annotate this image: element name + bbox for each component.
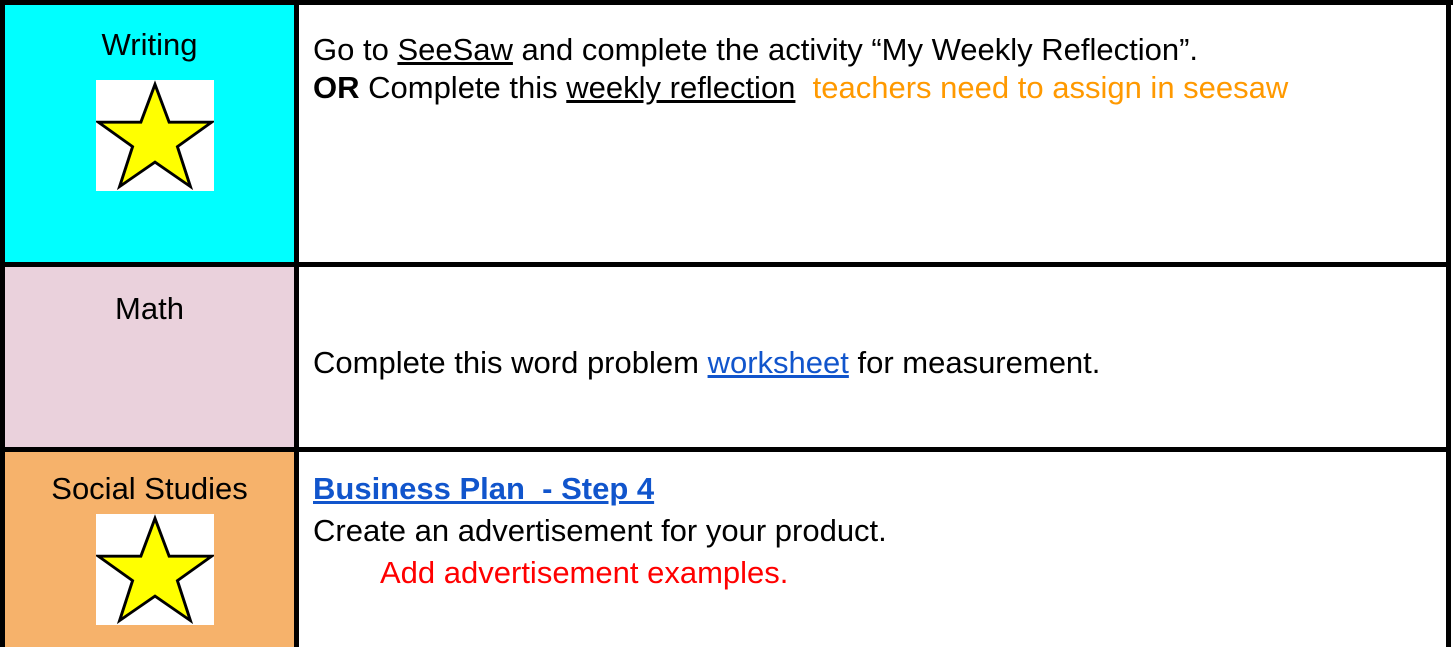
row-divider-1: [0, 262, 1451, 267]
advertisement-line: Create an advertisement for your product…: [313, 513, 887, 548]
math-instructions: Complete this word problem worksheet for…: [313, 344, 1433, 382]
writing-text-activity: and complete the activity “My Weekly Ref…: [512, 32, 1199, 67]
subject-label-social-studies: Social Studies: [51, 471, 248, 506]
business-plan-link[interactable]: Business Plan - Step 4: [313, 471, 654, 506]
subject-cell-math: Math: [5, 267, 294, 447]
subject-label-writing: Writing: [101, 27, 198, 62]
writing-line-1: Go to SeeSaw and complete the activity “…: [313, 31, 1433, 69]
table-border-right: [1446, 0, 1451, 647]
subject-label-math: Math: [115, 291, 184, 326]
business-plan-line: Business Plan - Step 4: [313, 468, 1433, 510]
writing-line-2: OR Complete this weekly reflection teach…: [313, 69, 1433, 107]
star-icon: [96, 514, 214, 625]
writing-text-complete: Complete this: [359, 70, 567, 105]
table-border-left: [0, 0, 5, 647]
writing-text-go-to: Go to: [313, 32, 398, 67]
writing-instructions: Go to SeeSaw and complete the activity “…: [313, 31, 1433, 107]
content-cell-writing: Go to SeeSaw and complete the activity “…: [299, 5, 1446, 262]
subject-cell-social-studies: Social Studies: [5, 452, 294, 647]
teacher-note-red: Add advertisement examples.: [380, 555, 789, 590]
subject-cell-writing: Writing: [5, 5, 294, 262]
worksheet-link[interactable]: worksheet: [708, 345, 849, 380]
math-text-before: Complete this word problem: [313, 345, 708, 380]
content-cell-math: Complete this word problem worksheet for…: [299, 267, 1446, 447]
column-divider: [294, 0, 299, 647]
seesaw-link[interactable]: SeeSaw: [397, 32, 512, 67]
star-icon: [96, 80, 214, 191]
weekly-reflection-link[interactable]: weekly reflection: [566, 70, 795, 105]
social-studies-instructions: Business Plan - Step 4 Create an adverti…: [313, 468, 1433, 594]
or-label: OR: [313, 70, 360, 105]
teacher-note-orange: teachers need to assign in seesaw: [812, 70, 1289, 105]
row-divider-2: [0, 447, 1451, 452]
table-border-top: [0, 0, 1453, 5]
lesson-table: Writing Go to SeeSaw and complete the ac…: [0, 0, 1453, 647]
content-cell-social-studies: Business Plan - Step 4 Create an adverti…: [299, 452, 1446, 647]
math-text-after: for measurement.: [848, 345, 1101, 380]
